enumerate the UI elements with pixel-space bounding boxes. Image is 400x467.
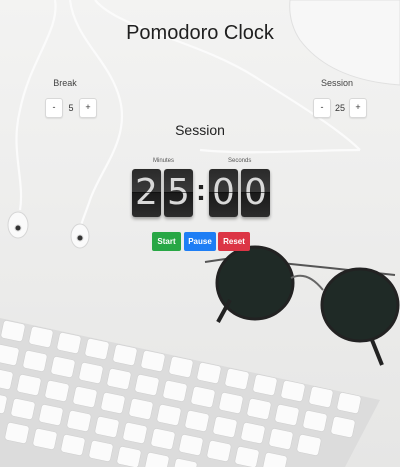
- minutes-tens-digit: 2: [132, 169, 161, 217]
- seconds-tens-digit: 0: [209, 169, 238, 217]
- break-control: - 5 +: [45, 98, 97, 118]
- session-increment-button[interactable]: +: [349, 98, 367, 118]
- time-separator: :: [196, 174, 206, 207]
- seconds-ones-digit: 0: [241, 169, 270, 217]
- session-control: - 25 +: [313, 98, 367, 118]
- minutes-label: Minutes: [153, 158, 175, 164]
- earbuds: [7, 211, 90, 249]
- pause-button[interactable]: Pause: [184, 232, 216, 251]
- session-length-value: 25: [334, 103, 345, 113]
- minutes-ones-digit: 5: [164, 169, 193, 217]
- break-length-value: 5: [68, 103, 74, 113]
- start-button[interactable]: Start: [152, 232, 181, 251]
- sunglasses-icon: [204, 245, 400, 366]
- seconds-label: Seconds: [228, 158, 252, 164]
- break-decrement-button[interactable]: -: [45, 98, 63, 118]
- timer-mode-title: Session: [175, 122, 225, 138]
- keyboard-icon: [0, 318, 380, 467]
- break-label: Break: [53, 78, 77, 88]
- break-increment-button[interactable]: +: [79, 98, 97, 118]
- reset-button[interactable]: Reset: [218, 232, 250, 251]
- app-title: Pomodoro Clock: [126, 22, 274, 44]
- session-decrement-button[interactable]: -: [313, 98, 331, 118]
- session-label: Session: [320, 78, 354, 88]
